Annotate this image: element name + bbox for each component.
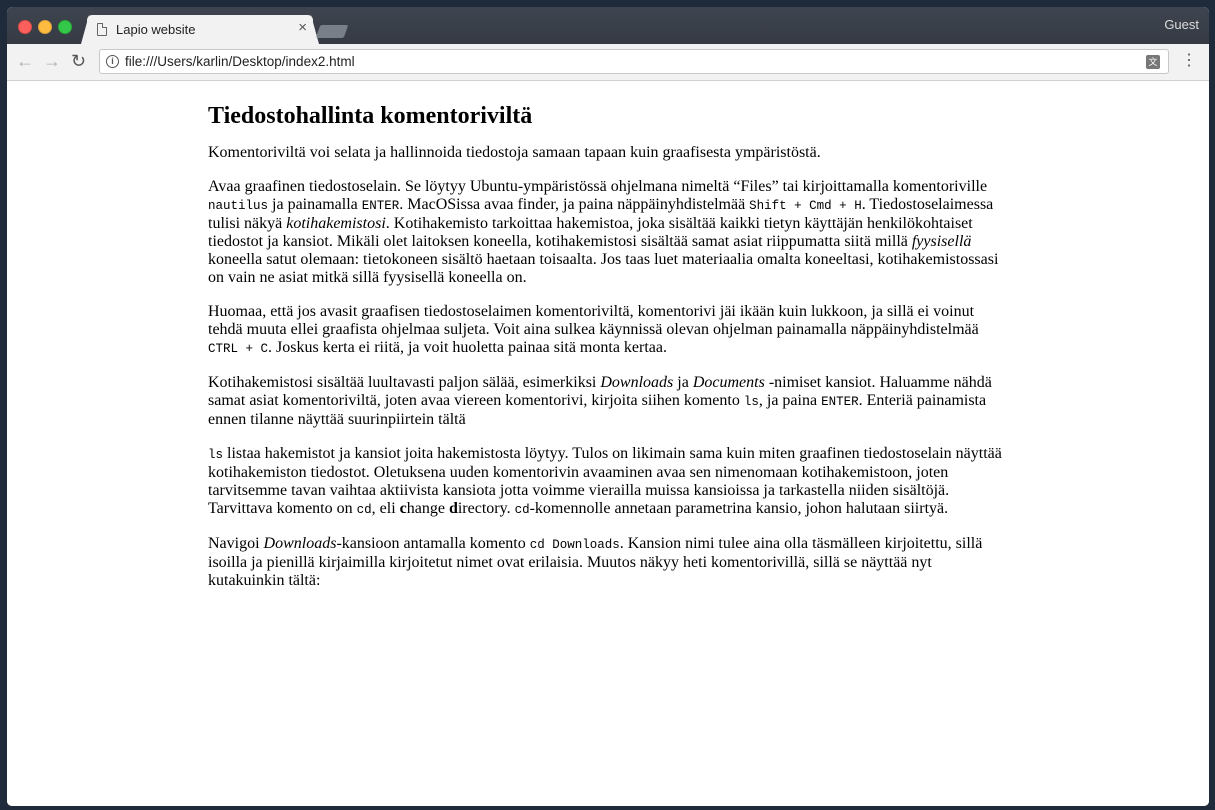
inline-code: ENTER <box>361 199 400 213</box>
inline-code: ENTER <box>821 395 859 409</box>
browser-tab[interactable]: Lapio website × <box>81 15 319 44</box>
bold-letter: d <box>448 500 458 517</box>
text: . MacOSissa avaa finder, ja paina näppäi… <box>399 196 750 213</box>
text: Avaa graafinen tiedostoselain. Se löytyy… <box>208 178 988 195</box>
reload-icon[interactable]: ↻ <box>71 51 86 71</box>
info-icon[interactable]: i <box>106 55 119 68</box>
inline-code: CTRL + C <box>208 342 269 356</box>
guest-profile-label[interactable]: Guest <box>1164 17 1199 32</box>
page-title: Tiedostohallinta komentoriviltä <box>208 103 533 129</box>
maximize-window-button[interactable] <box>58 20 72 34</box>
paragraph-4: Kotihakemistosi sisältää luultavasti pal… <box>208 374 1008 429</box>
text: . Joskus kerta ei riitä, ja voit huolett… <box>268 339 667 356</box>
tab-close-icon[interactable]: × <box>298 20 307 36</box>
text: , ja paina <box>758 392 822 409</box>
text: Kotihakemistosi sisältää luultavasti pal… <box>208 374 601 391</box>
emphasis: Downloads <box>263 535 337 552</box>
title-bar: Lapio website × Guest <box>7 7 1209 44</box>
tab-title: Lapio website <box>116 22 196 37</box>
inline-code: ls <box>743 395 759 409</box>
paragraph-5: ls listaa hakemistot ja kansiot joita ha… <box>208 445 1008 519</box>
text: ja <box>673 374 693 391</box>
new-tab-button[interactable] <box>315 25 349 38</box>
forward-arrow-icon[interactable]: → <box>43 51 61 71</box>
emphasis: kotihakemistosi <box>286 215 386 232</box>
emphasis: Documents <box>692 374 765 391</box>
page-icon <box>97 23 107 36</box>
text: koneella satut olemaan: tietokoneen sisä… <box>208 251 999 286</box>
text: ja painamalla <box>268 196 362 213</box>
inline-code: cd <box>514 503 530 517</box>
minimize-window-button[interactable] <box>38 20 52 34</box>
paragraph-6: Navigoi Downloads-kansioon antamalla kom… <box>208 535 1008 590</box>
url-text[interactable]: file:///Users/karlin/Desktop/index2.html <box>125 54 355 69</box>
back-arrow-icon[interactable]: ← <box>16 51 34 71</box>
paragraph-3: Huomaa, että jos avasit graafisen tiedos… <box>208 303 1008 358</box>
inline-code: Shift + Cmd + H <box>749 199 862 213</box>
paragraph-2: Avaa graafinen tiedostoselain. Se löytyy… <box>208 178 1008 287</box>
inline-code: nautilus <box>208 199 269 213</box>
translate-icon[interactable]: 文 <box>1146 55 1160 69</box>
text: -kansioon antamalla komento <box>336 535 530 552</box>
address-bar[interactable]: i file:///Users/karlin/Desktop/index2.ht… <box>99 49 1169 74</box>
paragraph-1: Komentoriviltä voi selata ja hallinnoida… <box>208 144 821 161</box>
inline-code: ls <box>208 448 224 462</box>
browser-window: Lapio website × Guest ← → ↻ i file:///Us… <box>7 7 1209 806</box>
text: Navigoi <box>208 535 264 552</box>
text: hange <box>406 500 449 517</box>
article: Tiedostohallinta komentoriviltä Komentor… <box>208 81 1008 606</box>
close-window-button[interactable] <box>18 20 32 34</box>
text: , eli <box>371 500 400 517</box>
text: Huomaa, että jos avasit graafisen tiedos… <box>208 303 979 338</box>
browser-toolbar: ← → ↻ i file:///Users/karlin/Desktop/ind… <box>7 44 1209 81</box>
inline-code: cd Downloads <box>529 538 620 552</box>
bold-letter: c <box>399 500 407 517</box>
text: -komennolle annetaan parametrina kansio,… <box>529 500 949 517</box>
menu-dots-icon[interactable]: ⋮ <box>1181 53 1197 69</box>
text: irectory. <box>457 500 515 517</box>
emphasis: fyysisellä <box>911 233 972 250</box>
page-content: Tiedostohallinta komentoriviltä Komentor… <box>7 81 1209 806</box>
inline-code: cd <box>356 503 372 517</box>
emphasis: Downloads <box>600 374 674 391</box>
